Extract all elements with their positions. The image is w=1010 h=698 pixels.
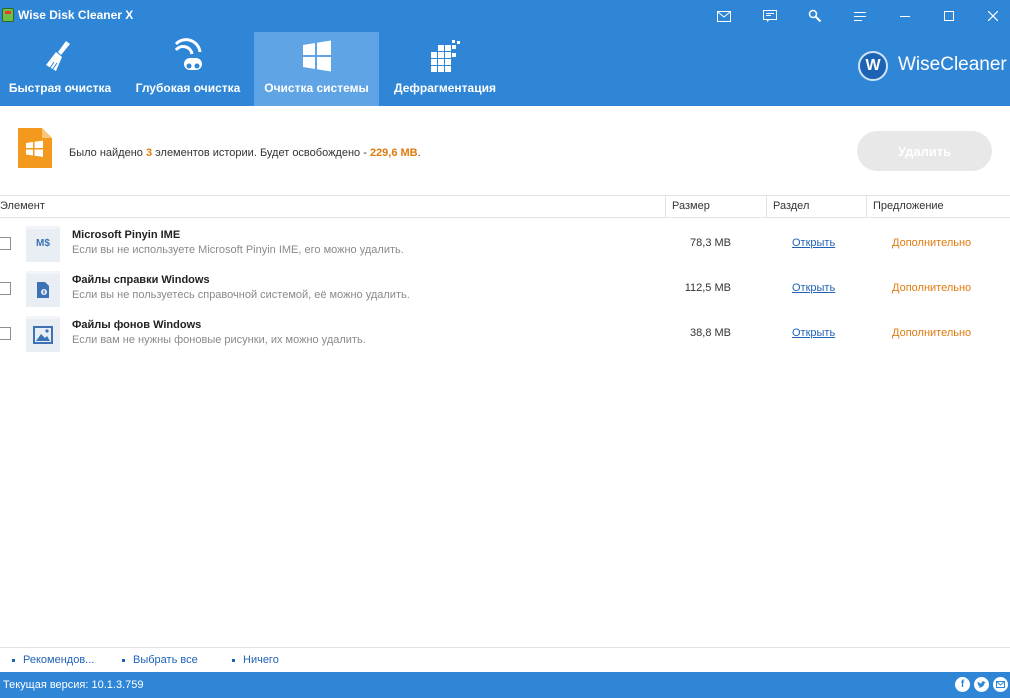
more-link[interactable]: Дополнительно — [892, 327, 971, 339]
select-all-label: Выбрать все — [133, 654, 198, 666]
column-header-size[interactable]: Размер — [665, 196, 766, 217]
tab-label: Быстрая очистка — [8, 81, 112, 95]
more-link[interactable]: Дополнительно — [892, 282, 971, 294]
select-none-link[interactable]: Ничего — [232, 654, 279, 666]
brand-name: WiseCleaner — [898, 54, 1007, 75]
tab-system-clean[interactable]: Очистка системы — [254, 32, 379, 106]
tab-quick-clean[interactable]: Быстрая очистка — [0, 32, 120, 106]
table-row[interactable]: Файлы фонов Windows Если вам не нужны фо… — [0, 309, 1010, 354]
icon-glyph: M$ — [36, 238, 50, 249]
row-checkbox[interactable] — [0, 282, 11, 295]
open-link[interactable]: Открыть — [792, 327, 835, 339]
broom-icon — [42, 38, 78, 74]
recommended-link[interactable]: Рекомендов... — [12, 654, 94, 666]
logo-icon: W — [858, 51, 888, 81]
summary-prefix: Было найдено — [69, 147, 146, 159]
item-description: Если вы не используете Microsoft Pinyin … — [72, 244, 404, 256]
vacuum-icon — [170, 38, 206, 74]
help-file-icon — [26, 271, 60, 307]
item-name: Файлы справки Windows — [72, 274, 210, 286]
feedback-icon[interactable] — [760, 6, 780, 26]
wallpaper-icon — [26, 316, 60, 352]
ime-icon: M$ — [26, 226, 60, 262]
table-row[interactable]: M$ Microsoft Pinyin IME Если вы не испол… — [0, 219, 1010, 264]
tools-icon[interactable] — [805, 6, 825, 26]
column-header-element[interactable]: Элемент — [0, 196, 666, 217]
windows-icon — [299, 38, 335, 74]
app-title: Wise Disk Cleaner X — [18, 8, 134, 22]
tab-defrag[interactable]: Дефрагментация — [385, 32, 505, 106]
status-bar: Текущая версия: 10.1.3.759 f — [0, 672, 1010, 698]
item-description: Если вы не пользуетесь справочной систем… — [72, 289, 410, 301]
tab-label: Дефрагментация — [394, 81, 496, 95]
column-header-section[interactable]: Раздел — [766, 196, 866, 217]
select-all-link[interactable]: Выбрать все — [122, 654, 198, 666]
item-size: 112,5 MB — [684, 282, 731, 294]
mail-icon[interactable] — [714, 6, 734, 26]
header: Wise Disk Cleaner X Быстрая очистка Глуб… — [0, 0, 1010, 106]
maximize-icon[interactable] — [939, 6, 959, 26]
windows-file-icon — [18, 128, 52, 168]
column-header-suggestion[interactable]: Предложение — [866, 196, 1010, 217]
delete-button[interactable]: Удалить — [857, 131, 992, 171]
facebook-icon[interactable]: f — [955, 677, 970, 692]
defrag-icon — [427, 38, 463, 74]
bullet-icon — [12, 658, 15, 662]
app-icon — [2, 8, 14, 22]
version-text: Текущая версия: 10.1.3.759 — [3, 679, 144, 691]
bullet-icon — [232, 658, 235, 662]
tab-label: Очистка системы — [264, 81, 369, 95]
menu-icon[interactable] — [850, 6, 870, 26]
summary-middle: элементов истории. Будет освобождено - — [152, 147, 370, 159]
minimize-icon[interactable] — [895, 6, 915, 26]
title-bar: Wise Disk Cleaner X — [0, 0, 1010, 32]
item-name: Файлы фонов Windows — [72, 319, 202, 331]
more-link[interactable]: Дополнительно — [892, 237, 971, 249]
table-header: Элемент Размер Раздел Предложение — [0, 195, 1010, 218]
item-name: Microsoft Pinyin IME — [72, 229, 181, 241]
summary-suffix: . — [417, 147, 421, 159]
bullet-icon — [122, 658, 125, 662]
brand-logo[interactable]: W WiseCleaner — [858, 49, 1007, 81]
summary-size: 229,6 MB — [369, 147, 418, 159]
tab-deep-clean[interactable]: Глубокая очистка — [128, 32, 248, 106]
close-icon[interactable] — [983, 6, 1003, 26]
row-checkbox[interactable] — [0, 237, 11, 250]
table-row[interactable]: Файлы справки Windows Если вы не пользуе… — [0, 264, 1010, 309]
twitter-icon[interactable] — [974, 677, 989, 692]
select-none-label: Ничего — [243, 654, 279, 666]
row-checkbox[interactable] — [0, 327, 11, 340]
item-size: 78,3 MB — [690, 237, 731, 249]
open-link[interactable]: Открыть — [792, 282, 835, 294]
recommended-label: Рекомендов... — [23, 654, 95, 666]
item-description: Если вам не нужны фоновые рисунки, их мо… — [72, 334, 366, 346]
open-link[interactable]: Открыть — [792, 237, 835, 249]
tab-label: Глубокая очистка — [135, 81, 241, 95]
email-share-icon[interactable] — [993, 677, 1008, 692]
item-size: 38,8 MB — [690, 327, 731, 339]
selection-links-bar: Рекомендов... Выбрать все Ничего — [0, 647, 1010, 672]
summary-text: Было найдено 3 элементов истории. Будет … — [69, 147, 421, 159]
